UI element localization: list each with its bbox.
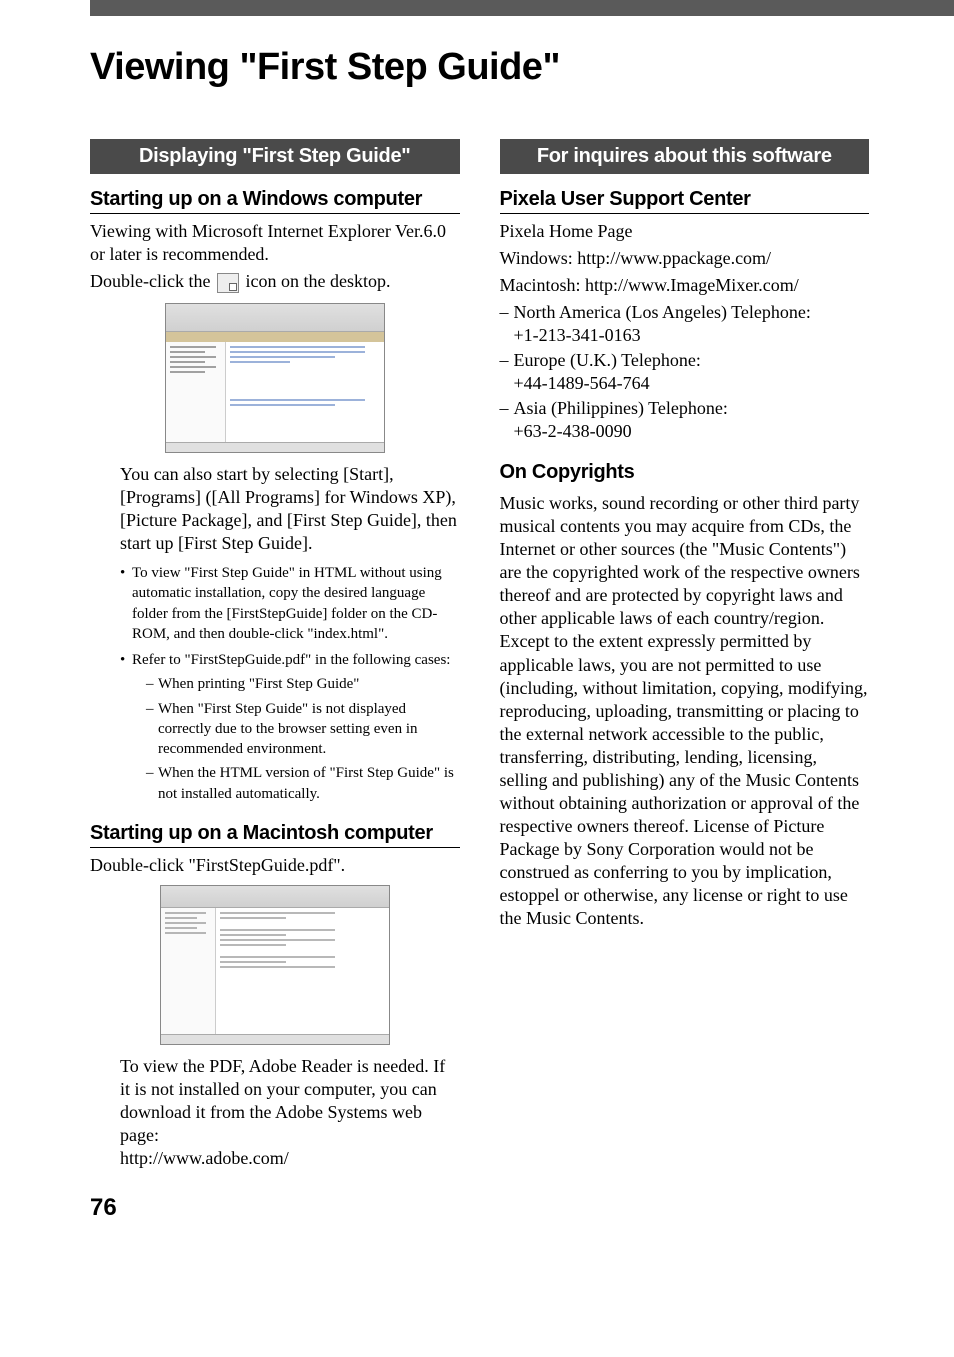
tel-eu-label: Europe (U.K.) Telephone: [514,350,701,370]
tel-na-label: North America (Los Angeles) Telephone: [514,302,811,322]
mac-doubleclick-text: Double-click "FirstStepGuide.pdf". [90,854,460,877]
pdf-cases-intro: Refer to "FirstStepGuide.pdf" in the fol… [132,652,450,668]
mac-startup-heading: Starting up on a Macintosh computer [90,822,460,848]
doubleclick-prefix: Double-click the [90,271,215,291]
html-install-note: To view "First Step Guide" in HTML witho… [120,563,460,644]
telephone-list: North America (Los Angeles) Telephone: +… [500,301,870,443]
left-section-heading: Displaying "First Step Guide" [90,139,460,174]
case-browser: When "First Step Guide" is not displayed… [146,699,460,760]
adobe-url: http://www.adobe.com/ [120,1147,460,1170]
left-column: Displaying "First Step Guide" Starting u… [90,139,460,1170]
page-content: Viewing "First Step Guide" Displaying "F… [0,16,954,1242]
pixela-mac-url: Macintosh: http://www.ImageMixer.com/ [500,274,870,297]
tel-europe: Europe (U.K.) Telephone: +44-1489-564-76… [500,349,870,395]
page-title: Viewing "First Step Guide" [90,46,869,89]
windows-start-menu-note: You can also start by selecting [Start],… [120,463,460,555]
right-column: For inquires about this software Pixela … [500,139,870,1170]
doubleclick-suffix: icon on the desktop. [241,271,390,291]
windows-notes-list: To view "First Step Guide" in HTML witho… [120,563,460,804]
adobe-reader-note: To view the PDF, Adobe Reader is needed.… [120,1055,460,1170]
tel-asia-number: +63-2-438-0090 [514,421,632,441]
mac-pdf-screenshot [160,885,390,1045]
copyrights-heading: On Copyrights [500,461,870,484]
windows-explorer-note: Viewing with Microsoft Internet Explorer… [90,220,460,266]
copyrights-text: Music works, sound recording or other th… [500,492,870,930]
tel-asia-label: Asia (Philippines) Telephone: [514,398,728,418]
top-accent-bar [0,0,954,16]
doubleclick-icon-text: Double-click the icon on the desktop. [90,270,460,293]
adobe-reader-text: To view the PDF, Adobe Reader is needed.… [120,1055,460,1147]
pixela-heading: Pixela User Support Center [500,188,870,214]
two-column-layout: Displaying "First Step Guide" Starting u… [90,139,869,1170]
tel-eu-number: +44-1489-564-764 [514,373,650,393]
tel-asia: Asia (Philippines) Telephone: +63-2-438-… [500,397,870,443]
windows-startup-heading: Starting up on a Windows computer [90,188,460,214]
case-printing: When printing "First Step Guide" [146,674,460,694]
start-menu-text: You can also start by selecting [Start],… [120,463,460,555]
pixela-home: Pixela Home Page [500,220,870,243]
desktop-shortcut-icon [217,273,239,293]
page-number: 76 [90,1194,869,1222]
right-section-heading: For inquires about this software [500,139,870,174]
pixela-windows-url: Windows: http://www.ppackage.com/ [500,247,870,270]
case-not-installed: When the HTML version of "First Step Gui… [146,763,460,804]
pdf-cases-list: When printing "First Step Guide" When "F… [146,674,460,804]
windows-help-screenshot [165,303,385,453]
tel-na-number: +1-213-341-0163 [514,325,641,345]
tel-north-america: North America (Los Angeles) Telephone: +… [500,301,870,347]
pdf-cases-note: Refer to "FirstStepGuide.pdf" in the fol… [120,650,460,804]
